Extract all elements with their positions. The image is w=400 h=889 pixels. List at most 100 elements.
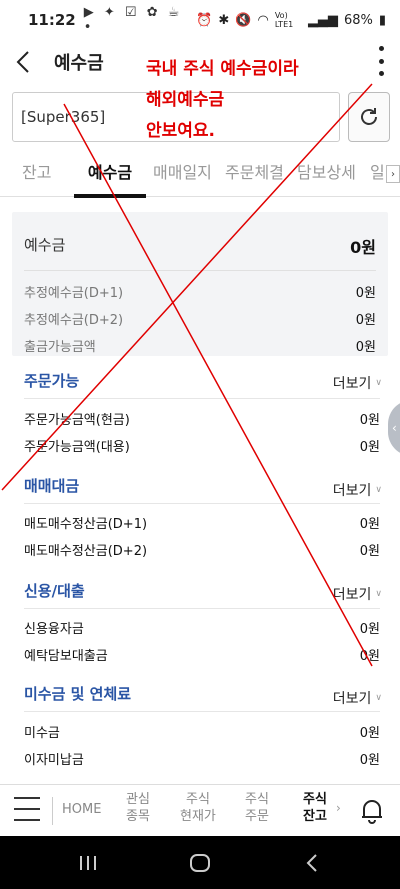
account-selector[interactable]: [Super365] [12, 92, 340, 142]
battery-icon: ▮ [378, 12, 386, 28]
tab-scroll-right-icon[interactable]: › [386, 165, 400, 183]
chevron-down-icon: ∨ [375, 485, 382, 495]
wifi-icon: ◠ [257, 12, 269, 28]
row-label: 매도매수정산금(D+1) [24, 517, 148, 532]
summary-row-label: 추정예수금(D+2) [24, 313, 124, 328]
summary-row-label: 추정예수금(D+1) [24, 286, 124, 301]
recent-apps-icon[interactable] [76, 836, 100, 889]
deposit-content: 예수금 0원 추정예수금(D+1) 0원 추정예수금(D+2) 0원 출금가능금… [0, 198, 400, 784]
list-item: 주문가능금액(현금) 0원 [24, 409, 380, 428]
tab-collateral-detail[interactable]: 담보상세 [297, 153, 356, 197]
more-label: 더보기 [332, 376, 372, 392]
summary-main-row: 예수금 0원 [24, 234, 376, 258]
nav-item-current-price[interactable]: 주식 현재가 [180, 791, 216, 825]
bluetooth-icon: ✱ [218, 12, 230, 28]
row-value: 0원 [359, 544, 380, 559]
system-nav-bar [0, 836, 400, 889]
back-icon[interactable] [300, 836, 324, 889]
list-item: 매도매수정산금(D+2) 0원 [24, 540, 380, 559]
list-item: 신용융자금 0원 [24, 618, 380, 637]
home-icon[interactable] [188, 836, 212, 889]
divider [24, 608, 380, 609]
section-title-orderable: 주문가능 [24, 372, 80, 390]
section-title-credit-loan: 신용/대출 [24, 582, 85, 600]
row-value: 0원 [359, 413, 380, 428]
summary-row-value: 0원 [355, 313, 376, 328]
status-bar: 11:22 ▶ ✦ ☑ ✿ ☕ • ⏰ ✱ 🔇 ◠ Vo) LTE1 ▂▄▆ 6… [0, 0, 400, 40]
divider [24, 270, 376, 271]
chevron-down-icon: ∨ [375, 589, 382, 599]
hamburger-menu-icon[interactable] [14, 797, 40, 821]
list-item: 예탁담보대출금 0원 [24, 645, 380, 664]
deposit-summary: 예수금 0원 추정예수금(D+1) 0원 추정예수금(D+2) 0원 출금가능금… [12, 212, 388, 356]
nav-item-order[interactable]: 주식 주문 [245, 791, 269, 825]
chevron-right-icon[interactable]: › [336, 801, 341, 815]
more-button-orderable[interactable]: 더보기 ∨ [333, 373, 382, 393]
tab-daily[interactable]: 일 [370, 153, 385, 197]
nav-item-home[interactable]: HOME [62, 801, 101, 818]
status-right: ⏰ ✱ 🔇 ◠ Vo) LTE1 ▂▄▆ 68% ▮ [196, 11, 386, 29]
row-label: 주문가능금액(대용) [24, 440, 130, 455]
row-label: 미수금 [24, 726, 60, 741]
account-row: [Super365] [12, 92, 390, 144]
more-button-trade-amount[interactable]: 더보기 ∨ [333, 480, 382, 500]
summary-row-label: 출금가능금액 [24, 340, 96, 355]
battery-label: 68% [343, 12, 373, 28]
row-label: 예탁담보대출금 [24, 649, 108, 664]
summary-row: 추정예수금(D+2) 0원 [24, 309, 376, 328]
chevron-down-icon: ∨ [375, 378, 382, 388]
divider [24, 398, 380, 399]
chevron-left-icon[interactable] [12, 49, 34, 75]
more-label: 더보기 [332, 587, 372, 603]
bottom-nav: HOME 관심 종목 주식 현재가 주식 주문 주식 잔고 › [0, 784, 400, 836]
tab-bar: 잔고 예수금 매매일지 주문체결 담보상세 일 › [0, 153, 400, 198]
row-value: 0원 [359, 649, 380, 664]
chevron-down-icon: ∨ [375, 693, 382, 703]
summary-main-value: 0원 [350, 238, 376, 257]
alarm-icon: ⏰ [196, 12, 213, 28]
page-title: 예수금 [54, 53, 104, 74]
more-button-unpaid[interactable]: 더보기 ∨ [333, 688, 382, 708]
notification-icons: ▶ ✦ ☑ ✿ ☕ • [83, 5, 183, 35]
refresh-button[interactable] [348, 92, 390, 142]
divider [24, 503, 380, 504]
tab-balance[interactable]: 잔고 [22, 153, 51, 197]
row-value: 0원 [359, 726, 380, 741]
summary-main-label: 예수금 [24, 236, 66, 254]
row-label: 매도매수정산금(D+2) [24, 544, 148, 559]
more-label: 더보기 [332, 691, 372, 707]
divider [52, 797, 53, 825]
chevron-left-icon: ‹ [392, 421, 397, 435]
nav-item-balance[interactable]: 주식 잔고 [303, 791, 327, 825]
mute-icon: 🔇 [235, 12, 252, 28]
list-item: 매도매수정산금(D+1) 0원 [24, 513, 380, 532]
divider [24, 711, 380, 712]
row-value: 0원 [359, 517, 380, 532]
section-title-trade-amount: 매매대금 [24, 477, 80, 495]
section-title-unpaid: 미수금 및 연체료 [24, 685, 132, 703]
row-value: 0원 [359, 753, 380, 768]
row-label: 이자미납금 [24, 753, 84, 768]
list-item: 미수금 0원 [24, 722, 380, 741]
list-item: 이자미납금 0원 [24, 749, 380, 768]
bell-icon[interactable] [356, 795, 388, 827]
more-vertical-icon[interactable] [376, 46, 386, 76]
network-label: Vo) LTE1 [274, 11, 294, 29]
summary-row-value: 0원 [355, 340, 376, 355]
summary-row: 출금가능금액 0원 [24, 336, 376, 355]
app-header: 예수금 [0, 40, 400, 84]
tab-deposit[interactable]: 예수금 [74, 153, 146, 198]
tab-order-execution[interactable]: 주문체결 [225, 153, 284, 197]
summary-row: 추정예수금(D+1) 0원 [24, 282, 376, 301]
tab-trade-journal[interactable]: 매매일지 [153, 153, 212, 197]
refresh-icon [361, 108, 377, 125]
more-label: 더보기 [332, 483, 372, 499]
signal-icon: ▂▄▆ [307, 12, 338, 28]
tab-deposit-label: 예수금 [87, 163, 133, 182]
list-item: 주문가능금액(대용) 0원 [24, 436, 380, 455]
row-label: 주문가능금액(현금) [24, 413, 130, 428]
row-label: 신용융자금 [24, 622, 84, 637]
more-button-credit-loan[interactable]: 더보기 ∨ [333, 584, 382, 604]
nav-item-watchlist[interactable]: 관심 종목 [126, 791, 150, 825]
summary-row-value: 0원 [355, 286, 376, 301]
